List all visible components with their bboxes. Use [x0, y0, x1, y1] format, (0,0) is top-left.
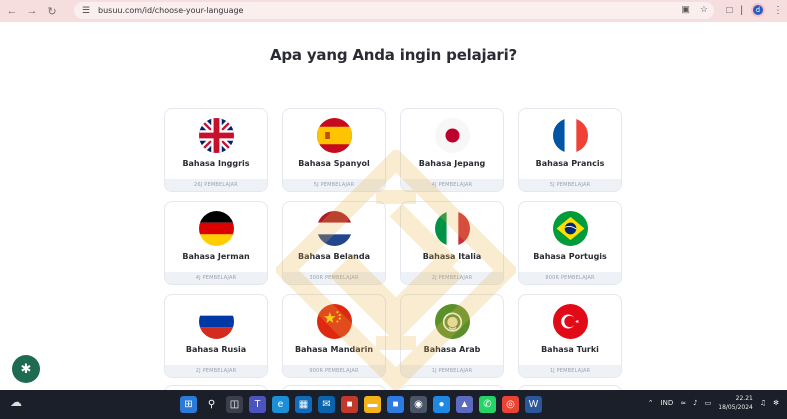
- clock-date: 18/05/2024: [718, 404, 753, 411]
- cookie-settings-button[interactable]: ✱: [12, 355, 40, 383]
- learner-count: 1J PEMBELAJAR: [519, 365, 621, 377]
- brazil-flag-icon: [553, 211, 588, 246]
- learner-count: 5J PEMBELAJAR: [283, 179, 385, 191]
- profile-avatar[interactable]: d: [751, 3, 765, 17]
- task-view-icon[interactable]: ◫: [226, 396, 243, 413]
- arab-league-flag-icon: [435, 304, 470, 339]
- learner-count: 2J PEMBELAJAR: [165, 365, 267, 377]
- language-name: Bahasa Arab: [423, 345, 481, 354]
- language-name: Bahasa Italia: [422, 252, 482, 261]
- language-card-mandarin[interactable]: Bahasa Mandarin 900R PEMBELAJAR: [282, 294, 386, 378]
- address-bar[interactable]: ☰ busuu.com/id/choose-your-language ▣ ☆: [74, 2, 714, 19]
- camera-icon[interactable]: ◉: [410, 396, 427, 413]
- photos-icon[interactable]: ▲: [456, 396, 473, 413]
- word-icon[interactable]: W: [525, 396, 542, 413]
- language-card-spanish[interactable]: Bahasa Spanyol 5J PEMBELAJAR: [282, 108, 386, 192]
- uk-flag-icon: [199, 118, 234, 153]
- search-icon[interactable]: ⚲: [203, 396, 220, 413]
- file-explorer-icon[interactable]: ▬: [364, 396, 381, 413]
- learner-count: 5J PEMBELAJAR: [519, 179, 621, 191]
- learner-count: 2J PEMBELAJAR: [401, 272, 503, 284]
- language-card-turkish[interactable]: Bahasa Turki 1J PEMBELAJAR: [518, 294, 622, 378]
- learner-count: 4J PEMBELAJAR: [401, 179, 503, 191]
- russia-flag-icon: [199, 304, 234, 339]
- whatsapp-icon[interactable]: ✆: [479, 396, 496, 413]
- language-name: Bahasa Prancis: [535, 159, 605, 168]
- chrome-icon[interactable]: ◎: [502, 396, 519, 413]
- browser-menu-icon[interactable]: ⋮: [773, 5, 783, 16]
- germany-flag-icon: [199, 211, 234, 246]
- language-card-german[interactable]: Bahasa Jerman 4J PEMBELAJAR: [164, 201, 268, 285]
- divider-icon: |: [740, 4, 743, 16]
- language-card-arabic[interactable]: Bahasa Arab 1J PEMBELAJAR: [400, 294, 504, 378]
- extensions-icon[interactable]: □: [726, 5, 732, 16]
- language-card-russian[interactable]: Bahasa Rusia 2J PEMBELAJAR: [164, 294, 268, 378]
- weather-widget-icon[interactable]: ☁: [10, 395, 30, 413]
- wifi-icon[interactable]: ≈: [680, 399, 686, 407]
- copilot-icon[interactable]: ✻: [773, 399, 779, 407]
- japan-flag-icon: [435, 118, 470, 153]
- language-name: Bahasa Turki: [541, 345, 599, 354]
- language-card-italian[interactable]: Bahasa Italia 2J PEMBELAJAR: [400, 201, 504, 285]
- turkey-flag-icon: [553, 304, 588, 339]
- cookie-icon: ✱: [20, 361, 32, 376]
- language-name: Bahasa Mandarin: [294, 345, 374, 354]
- spain-flag-icon: [317, 118, 352, 153]
- back-icon[interactable]: ←: [4, 3, 20, 19]
- system-tray: ⌃ IND ≈ ♪ ▭ 22.21 18/05/2024 ♫ ✻: [648, 394, 779, 412]
- language-card-dutch[interactable]: Bahasa Belanda 300R PEMBELAJAR: [282, 201, 386, 285]
- teams-icon[interactable]: T: [249, 396, 266, 413]
- install-app-icon[interactable]: ▣: [681, 4, 690, 15]
- language-card-portuguese[interactable]: Bahasa Portugis 800R PEMBELAJAR: [518, 201, 622, 285]
- url-text[interactable]: busuu.com/id/choose-your-language: [98, 6, 243, 15]
- volume-icon[interactable]: ♪: [693, 399, 697, 407]
- app-blue-icon[interactable]: ■: [387, 396, 404, 413]
- netherlands-flag-icon: [317, 211, 352, 246]
- language-card-english[interactable]: Bahasa Inggris 26J PEMBELAJAR: [164, 108, 268, 192]
- italy-flag-icon: [435, 211, 470, 246]
- store-icon[interactable]: ▦: [295, 396, 312, 413]
- reload-icon[interactable]: ↻: [44, 3, 60, 19]
- input-language[interactable]: IND: [661, 399, 674, 407]
- language-name: Bahasa Rusia: [185, 345, 247, 354]
- language-grid: Bahasa Inggris 26J PEMBELAJAR Bahasa Spa…: [164, 108, 622, 378]
- learner-count: 900R PEMBELAJAR: [283, 365, 385, 377]
- learner-count: 800R PEMBELAJAR: [519, 272, 621, 284]
- windows-start-icon[interactable]: ⊞: [180, 396, 197, 413]
- language-name: Bahasa Inggris: [182, 159, 250, 168]
- taskbar-apps: ⊞ ⚲ ◫ T e ▦ ✉ ■ ▬ ■ ◉ ● ▲ ✆ ◎ W: [180, 396, 542, 413]
- notification-bell-icon[interactable]: ♫: [760, 399, 766, 407]
- language-name: Bahasa Belanda: [297, 252, 371, 261]
- browser-toolbar: ← → ↻ ☰ busuu.com/id/choose-your-languag…: [0, 0, 787, 22]
- language-name: Bahasa Jerman: [182, 252, 250, 261]
- language-name: Bahasa Portugis: [533, 252, 607, 261]
- clock-time: 22.21: [735, 395, 753, 402]
- learner-count: 1J PEMBELAJAR: [401, 365, 503, 377]
- forward-icon[interactable]: →: [24, 3, 40, 19]
- edge-icon[interactable]: e: [272, 396, 289, 413]
- language-card-japanese[interactable]: Bahasa Jepang 4J PEMBELAJAR: [400, 108, 504, 192]
- app-circle-icon[interactable]: ●: [433, 396, 450, 413]
- os-taskbar: ☁ ⊞ ⚲ ◫ T e ▦ ✉ ■ ▬ ■ ◉ ● ▲ ✆ ◎ W ⌃ IND …: [0, 390, 787, 419]
- chevron-up-icon[interactable]: ⌃: [648, 399, 654, 407]
- battery-icon[interactable]: ▭: [705, 399, 712, 407]
- china-flag-icon: [317, 304, 352, 339]
- france-flag-icon: [553, 118, 588, 153]
- learner-count: 300R PEMBELAJAR: [283, 272, 385, 284]
- language-name: Bahasa Spanyol: [298, 159, 370, 168]
- learner-count: 4J PEMBELAJAR: [165, 272, 267, 284]
- language-name: Bahasa Jepang: [418, 159, 486, 168]
- app-red-icon[interactable]: ■: [341, 396, 358, 413]
- language-card-french[interactable]: Bahasa Prancis 5J PEMBELAJAR: [518, 108, 622, 192]
- page-title: Apa yang Anda ingin pelajari?: [269, 46, 518, 64]
- clock[interactable]: 22.21 18/05/2024: [718, 394, 753, 412]
- mail-icon[interactable]: ✉: [318, 396, 335, 413]
- bookmark-star-icon[interactable]: ☆: [700, 4, 708, 15]
- site-info-icon[interactable]: ☰: [80, 5, 92, 17]
- learner-count: 26J PEMBELAJAR: [165, 179, 267, 191]
